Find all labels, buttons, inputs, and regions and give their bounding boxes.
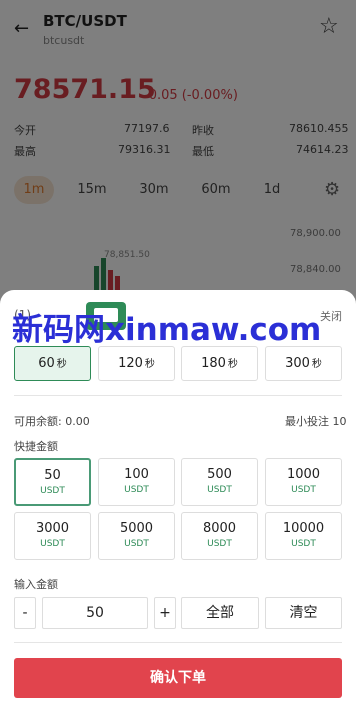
amount-value: 5000 bbox=[119, 521, 154, 536]
duration-unit: 秒 bbox=[144, 359, 155, 370]
quick-amount-10000[interactable]: 10000 USDT bbox=[265, 512, 342, 560]
amount-input[interactable]: 50 bbox=[42, 597, 148, 629]
available-balance: 可用余额: 0.00 bbox=[14, 415, 90, 428]
close-button[interactable]: 关闭 bbox=[320, 308, 342, 324]
quick-amount-5000[interactable]: 5000 USDT bbox=[98, 512, 175, 560]
amount-value: 3000 bbox=[35, 521, 70, 536]
quick-amount-8000[interactable]: 8000 USDT bbox=[181, 512, 258, 560]
amount-unit: USDT bbox=[291, 485, 316, 495]
duration-option-180[interactable]: 180 秒 bbox=[181, 346, 258, 381]
quick-amount-500[interactable]: 500 USDT bbox=[181, 458, 258, 506]
amount-value: 10000 bbox=[282, 521, 325, 536]
decrement-button[interactable]: - bbox=[14, 597, 36, 629]
watermark: 新码网xinmaw.com bbox=[12, 312, 322, 348]
divider bbox=[14, 395, 342, 396]
amount-unit: USDT bbox=[207, 539, 232, 549]
amount-value: 8000 bbox=[202, 521, 237, 536]
all-button[interactable]: 全部 bbox=[181, 597, 259, 629]
order-sheet: (1) 关闭 60 秒 120 秒 180 秒 300 秒 可用余额: 0.00 最小投… bbox=[0, 290, 356, 710]
amount-value: 500 bbox=[207, 467, 232, 482]
quick-amount-1000[interactable]: 1000 USDT bbox=[265, 458, 342, 506]
quick-amount-label: 快捷金额 bbox=[14, 440, 58, 453]
duration-value: 180 bbox=[201, 356, 226, 371]
duration-value: 60 bbox=[38, 356, 55, 371]
duration-option-300[interactable]: 300 秒 bbox=[265, 346, 342, 381]
duration-option-60[interactable]: 60 秒 bbox=[14, 346, 91, 381]
minimum-bet: 最小投注 10 bbox=[285, 415, 347, 428]
amount-value: 100 bbox=[124, 467, 149, 482]
duration-unit: 秒 bbox=[311, 359, 322, 370]
duration-value: 120 bbox=[118, 356, 143, 371]
duration-unit: 秒 bbox=[56, 359, 67, 370]
amount-unit: USDT bbox=[207, 485, 232, 495]
duration-value: 300 bbox=[285, 356, 310, 371]
amount-unit: USDT bbox=[124, 485, 149, 495]
amount-value: 50 bbox=[44, 468, 61, 483]
confirm-order-button[interactable]: 确认下单 bbox=[14, 658, 342, 698]
input-amount-label: 输入金额 bbox=[14, 578, 58, 591]
increment-button[interactable]: + bbox=[154, 597, 176, 629]
duration-option-120[interactable]: 120 秒 bbox=[98, 346, 175, 381]
quick-amount-100[interactable]: 100 USDT bbox=[98, 458, 175, 506]
quick-amount-3000[interactable]: 3000 USDT bbox=[14, 512, 91, 560]
amount-value: 1000 bbox=[286, 467, 321, 482]
duration-unit: 秒 bbox=[227, 359, 238, 370]
amount-unit: USDT bbox=[40, 486, 65, 496]
amount-unit: USDT bbox=[291, 539, 316, 549]
amount-unit: USDT bbox=[40, 539, 65, 549]
quick-amount-50[interactable]: 50 USDT bbox=[14, 458, 91, 506]
clear-button[interactable]: 清空 bbox=[265, 597, 342, 629]
amount-unit: USDT bbox=[124, 539, 149, 549]
divider bbox=[14, 642, 342, 643]
